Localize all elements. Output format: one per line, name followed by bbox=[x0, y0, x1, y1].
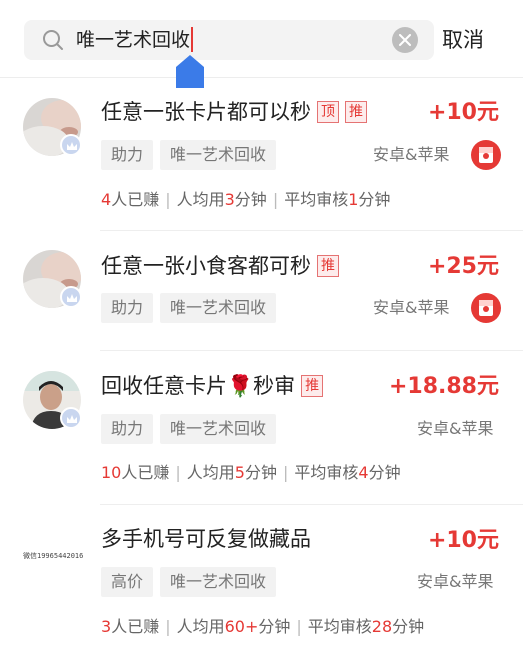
task-title: 多手机号可反复做藏品 bbox=[101, 527, 311, 551]
platform-label: 安卓&苹果 bbox=[373, 145, 450, 164]
task-stats: 10人已赚 | 人均用5分钟 | 平均审核4分钟 bbox=[101, 463, 401, 482]
task-item[interactable]: 回收任意卡片🌹秒审推 +18.88元 助力 唯一艺术回收 安卓&苹果 10人已赚… bbox=[0, 351, 523, 505]
clear-search-button[interactable] bbox=[392, 27, 418, 53]
platform-label: 安卓&苹果 bbox=[417, 419, 494, 438]
chip-app: 唯一艺术回收 bbox=[160, 567, 277, 597]
chip-type: 助力 bbox=[101, 293, 154, 323]
reward-amount: +10元 bbox=[427, 100, 499, 125]
close-icon bbox=[399, 34, 411, 46]
task-title: 回收任意卡片🌹秒审推 bbox=[101, 372, 324, 400]
text-caret bbox=[191, 26, 194, 52]
chip-type: 高价 bbox=[101, 567, 154, 597]
task-title: 任意一张小食客都可秒推 bbox=[101, 252, 339, 280]
platform-label: 安卓&苹果 bbox=[373, 298, 450, 317]
chip-type: 助力 bbox=[101, 414, 154, 444]
verified-badge-icon bbox=[60, 286, 82, 308]
search-header: 唯一艺术回收 取消 bbox=[0, 0, 523, 78]
chip-app: 唯一艺术回收 bbox=[160, 140, 277, 170]
task-stats: 4人已赚 | 人均用3分钟 | 平均审核1分钟 bbox=[101, 190, 391, 209]
task-item[interactable]: 微信19965442016 多手机号可反复做藏品 +10元 高价 唯一艺术回收 … bbox=[0, 505, 523, 650]
search-icon bbox=[43, 30, 63, 50]
chip-app: 唯一艺术回收 bbox=[160, 293, 277, 323]
tag-recommend: 推 bbox=[317, 255, 339, 277]
verified-badge-icon bbox=[60, 407, 82, 429]
reward-amount: +10元 bbox=[427, 528, 499, 553]
search-input[interactable]: 唯一艺术回收 bbox=[76, 20, 194, 60]
chip-type: 助力 bbox=[101, 140, 154, 170]
reward-amount: +18.88元 bbox=[388, 374, 499, 399]
platform-label: 安卓&苹果 bbox=[417, 572, 494, 591]
tag-recommend: 推 bbox=[301, 375, 324, 397]
red-envelope-icon bbox=[471, 140, 501, 170]
chip-app: 唯一艺术回收 bbox=[160, 414, 277, 444]
cancel-button[interactable]: 取消 bbox=[442, 20, 484, 60]
red-envelope-icon bbox=[471, 293, 501, 323]
task-title: 任意一张卡片都可以秒顶推 bbox=[101, 98, 367, 126]
reward-amount: +25元 bbox=[427, 254, 499, 279]
search-box[interactable]: 唯一艺术回收 bbox=[24, 20, 434, 60]
tag-top: 顶 bbox=[317, 101, 339, 123]
task-stats: 3人已赚 | 人均用60+分钟 | 平均审核28分钟 bbox=[101, 617, 425, 636]
avatar: 微信19965442016 bbox=[23, 552, 84, 560]
task-item[interactable]: 任意一张卡片都可以秒顶推 +10元 助力 唯一艺术回收 安卓&苹果 4人已赚 | 人… bbox=[0, 79, 523, 231]
tag-recommend: 推 bbox=[345, 101, 367, 123]
task-item[interactable]: 任意一张小食客都可秒推 +25元 助力 唯一艺术回收 安卓&苹果 bbox=[0, 231, 523, 351]
verified-badge-icon bbox=[60, 134, 82, 156]
